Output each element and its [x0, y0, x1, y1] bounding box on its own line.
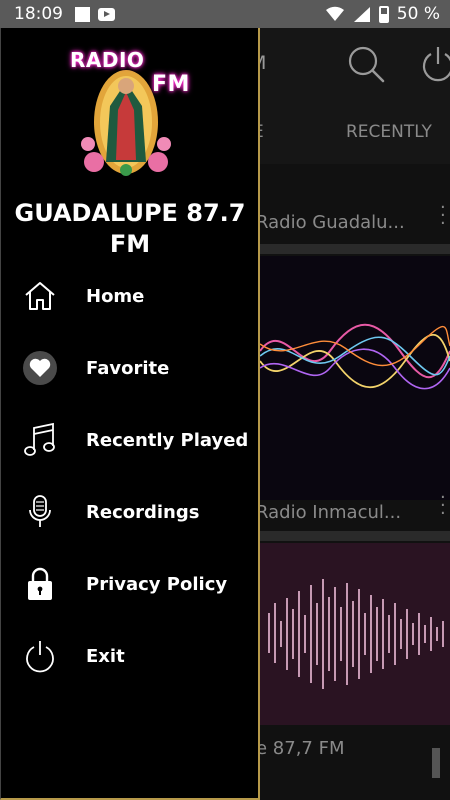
- menu-item-label: Favorite: [86, 357, 170, 379]
- divider: [260, 244, 450, 254]
- drawer-title: GUADALUPE 87.7 FM: [14, 199, 246, 258]
- player-control[interactable]: [432, 748, 440, 778]
- tab-recently[interactable]: RECENTLY: [346, 122, 432, 142]
- menu-item-label: Privacy Policy: [86, 573, 228, 595]
- menu-item-recordings[interactable]: Recordings: [1, 482, 259, 542]
- card-image[interactable]: [260, 256, 450, 500]
- menu-item-favorite[interactable]: Favorite: [1, 338, 259, 398]
- menu-item-home[interactable]: Home: [1, 266, 259, 326]
- status-time: 18:09: [14, 4, 63, 24]
- app-logo: RADIO FM: [66, 44, 194, 180]
- power-icon[interactable]: [420, 44, 450, 84]
- audio-bars-image: [268, 579, 444, 689]
- menu-item-recently-played[interactable]: Recently Played: [1, 410, 259, 470]
- wifi-icon: [325, 6, 344, 22]
- more-options-icon[interactable]: · · ·: [440, 199, 446, 233]
- card-image[interactable]: [260, 543, 450, 725]
- menu-item-label: Exit: [86, 645, 125, 667]
- notification-square-icon: [75, 6, 90, 22]
- battery-icon: [378, 5, 389, 23]
- home-icon: [21, 276, 59, 316]
- card-title[interactable]: Radio Guadalu...: [256, 212, 405, 233]
- menu-item-label: Recordings: [86, 501, 200, 523]
- microphone-icon: [21, 492, 59, 532]
- menu-item-exit[interactable]: Exit: [1, 626, 259, 686]
- more-options-icon[interactable]: · · ·: [440, 489, 446, 523]
- card-title[interactable]: Radio Inmacul...: [256, 502, 401, 523]
- divider: [260, 531, 450, 541]
- music-note-icon: [21, 420, 59, 460]
- battery-percent: 50 %: [396, 4, 440, 24]
- navigation-drawer: RADIO FM GUADALUPE 87.7 FM Home Favorite: [0, 28, 260, 800]
- logo-radio-text: RADIO: [70, 48, 145, 72]
- youtube-icon: [98, 7, 115, 21]
- status-bar: 18:09 50 %: [0, 0, 450, 28]
- search-icon[interactable]: [346, 44, 386, 84]
- menu-item-label: Recently Played: [86, 429, 249, 451]
- logo-fm-text: FM: [152, 72, 190, 97]
- signal-icon: [353, 6, 370, 22]
- sound-wave-image: [260, 323, 450, 390]
- lock-icon: [21, 564, 59, 604]
- heart-icon: [21, 348, 59, 388]
- menu-item-privacy-policy[interactable]: Privacy Policy: [1, 554, 259, 614]
- power-icon: [21, 636, 59, 676]
- now-playing-title[interactable]: e 87,7 FM: [256, 738, 344, 759]
- menu-item-label: Home: [86, 285, 145, 307]
